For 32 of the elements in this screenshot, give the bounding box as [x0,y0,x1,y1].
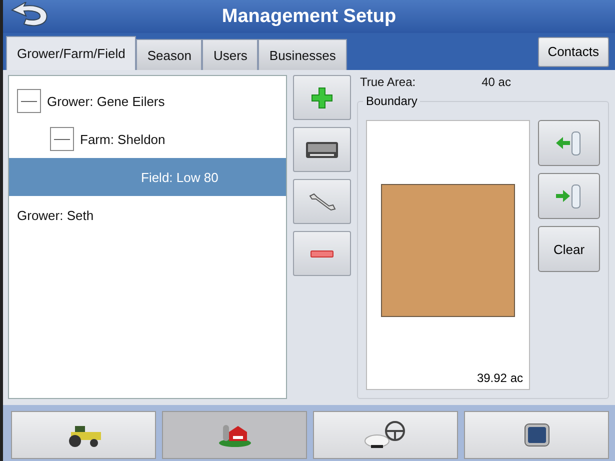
collapse-toggle[interactable] [17,89,41,113]
contacts-button[interactable]: Contacts [538,36,609,66]
window-title: Management Setup [222,6,396,28]
minus-icon [21,100,37,102]
boundary-area: 39.92 ac [476,371,523,385]
add-button[interactable] [293,75,351,120]
nav-button[interactable] [313,411,458,459]
tree-item-label[interactable]: Grower: Gene Eilers [47,94,165,108]
true-area-value: 40 ac [482,75,511,89]
tab[interactable]: Season [136,39,202,70]
wrench-button[interactable] [293,179,351,224]
true-area-label: True Area: [360,75,416,89]
plus-icon [310,86,334,110]
nav-button[interactable] [11,411,156,459]
import-button[interactable] [538,120,600,166]
tab[interactable]: Businesses [258,39,347,70]
minus-icon [54,138,70,140]
tree-item-label[interactable]: Grower: Seth [17,208,94,222]
export-button[interactable] [538,173,600,219]
display-icon [522,422,550,448]
tab[interactable]: Users [202,39,258,70]
boundary-title: Boundary [363,94,420,108]
keyboard-button[interactable] [293,127,351,172]
tab[interactable]: Grower/Farm/Field [6,36,136,70]
farm-icon [216,422,252,448]
clear-button[interactable]: Clear [538,226,600,272]
keyboard-icon [305,140,339,158]
collapse-toggle[interactable] [50,127,74,151]
remove-button[interactable] [293,231,351,276]
nav-button[interactable] [464,411,609,459]
tree-item-label[interactable]: Farm: Sheldon [80,132,166,146]
minus-icon [310,250,334,258]
